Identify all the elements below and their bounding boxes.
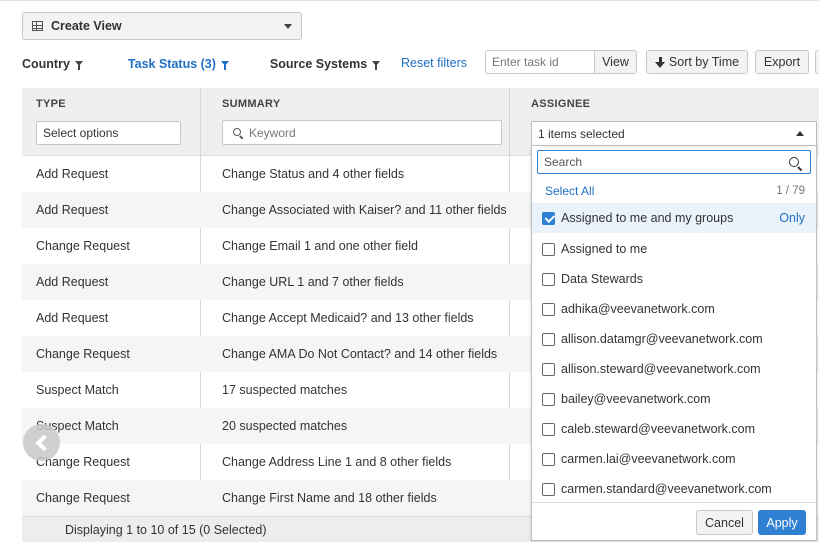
- cell-type: Change Request: [36, 347, 130, 361]
- cell-type: Add Request: [36, 311, 109, 325]
- checkbox[interactable]: [542, 482, 555, 496]
- checkbox[interactable]: [542, 302, 555, 316]
- funnel-icon: [220, 60, 229, 70]
- cancel-button[interactable]: Cancel: [696, 510, 753, 535]
- assignee-option-label: adhika@veevanetwork.com: [561, 302, 715, 316]
- cell-type: Add Request: [36, 167, 109, 181]
- cell-type: Suspect Match: [36, 383, 119, 397]
- assignee-option[interactable]: carmen.lai@veevanetwork.com: [532, 444, 816, 474]
- arrow-down-icon: [654, 56, 665, 68]
- assignee-option-label: caleb.steward@veevanetwork.com: [561, 422, 756, 436]
- type-filter-placeholder: Select options: [43, 126, 119, 140]
- assignee-search-input[interactable]: [544, 155, 784, 169]
- cell-summary: Change Accept Medicaid? and 13 other fie…: [222, 311, 474, 325]
- assignee-option[interactable]: bailey@veevanetwork.com: [532, 384, 816, 414]
- reset-filters-link[interactable]: Reset filters: [401, 56, 467, 70]
- assignee-option[interactable]: adhika@veevanetwork.com: [532, 294, 816, 324]
- filter-country[interactable]: Country: [22, 57, 83, 71]
- cell-type: Add Request: [36, 275, 109, 289]
- assignee-option-label: Data Stewards: [561, 272, 643, 286]
- apply-button[interactable]: Apply: [758, 510, 806, 535]
- checkbox[interactable]: [542, 392, 555, 406]
- previous-page-button[interactable]: [23, 424, 60, 461]
- select-all-link[interactable]: Select All: [545, 184, 594, 198]
- more-button[interactable]: [815, 50, 819, 74]
- assignee-option-label: allison.datamgr@veevanetwork.com: [561, 332, 763, 346]
- only-link[interactable]: Only: [779, 211, 805, 225]
- sort-by-time-label: Sort by Time: [668, 55, 740, 69]
- filter-task-status-label: Task Status (3): [127, 57, 216, 71]
- top-divider: [0, 0, 819, 1]
- cell-type: Add Request: [36, 203, 109, 217]
- cell-type: Change Request: [36, 239, 130, 253]
- cell-summary: 20 suspected matches: [222, 419, 348, 433]
- assignee-dropdown: Select All 1 / 79 Assigned to me and my …: [531, 145, 817, 541]
- assignee-option-label: carmen.lai@veevanetwork.com: [561, 452, 736, 466]
- task-id-input[interactable]: [485, 50, 594, 74]
- assignee-option-label: Assigned to me and my groups: [561, 211, 734, 225]
- caret-up-icon: [796, 131, 804, 136]
- assignee-option[interactable]: Data Stewards: [532, 264, 816, 294]
- funnel-icon: [74, 60, 83, 70]
- column-header-assignee[interactable]: ASSIGNEE: [531, 98, 590, 110]
- cell-summary: Change URL 1 and 7 other fields: [222, 275, 404, 289]
- search-icon: [789, 157, 802, 170]
- assignee-option[interactable]: allison.datamgr@veevanetwork.com: [532, 324, 816, 354]
- cell-type: Change Request: [36, 491, 130, 505]
- assignee-filter-value: 1 items selected: [538, 126, 625, 141]
- create-view-dropdown[interactable]: Create View: [22, 12, 302, 40]
- search-icon: [233, 127, 243, 138]
- assignee-filter-select[interactable]: 1 items selected: [531, 121, 817, 145]
- caret-down-icon: [284, 23, 292, 29]
- assignee-option[interactable]: Assigned to me and my groups Only: [532, 203, 816, 233]
- selection-count: 1 / 79: [776, 185, 805, 197]
- filter-source-systems[interactable]: Source Systems: [269, 57, 381, 71]
- cell-summary: Change AMA Do Not Contact? and 14 other …: [222, 347, 498, 361]
- dropdown-footer: Cancel Apply: [532, 502, 816, 540]
- filter-country-label: Country: [22, 57, 70, 71]
- column-header-type[interactable]: TYPE: [36, 98, 66, 110]
- view-button[interactable]: View: [594, 50, 637, 74]
- sort-by-time-button[interactable]: Sort by Time: [646, 50, 748, 74]
- chevron-left-icon: [35, 434, 53, 451]
- funnel-icon: [372, 60, 381, 70]
- checkbox[interactable]: [542, 362, 555, 376]
- checkbox[interactable]: [542, 242, 555, 256]
- create-view-label: Create View: [51, 19, 122, 33]
- summary-keyword-field[interactable]: [222, 120, 502, 145]
- filter-bar: Country Task Status (3) Source Systems: [22, 54, 381, 74]
- grid-icon: [32, 21, 43, 31]
- cell-summary: Change Status and 4 other fields: [222, 167, 405, 181]
- cell-summary: Change Email 1 and one other field: [222, 239, 418, 253]
- checkbox[interactable]: [542, 272, 555, 286]
- checkbox[interactable]: [542, 422, 555, 436]
- assignee-search-field[interactable]: [537, 150, 811, 174]
- column-divider: [200, 88, 201, 156]
- summary-keyword-input[interactable]: [249, 125, 479, 140]
- cell-summary: Change Associated with Kaiser? and 11 ot…: [222, 203, 507, 217]
- checkbox[interactable]: [542, 452, 555, 466]
- assignee-option-label: allison.steward@veevanetwork.com: [561, 362, 761, 376]
- assignee-option-label: bailey@veevanetwork.com: [561, 392, 711, 406]
- type-filter-select[interactable]: Select options: [36, 121, 181, 145]
- export-button[interactable]: Export: [755, 50, 809, 74]
- cell-summary: Change First Name and 18 other fields: [222, 491, 437, 505]
- assignee-option-label: carmen.standard@veevanetwork.com: [561, 482, 772, 496]
- assignee-option[interactable]: allison.steward@veevanetwork.com: [532, 354, 816, 384]
- pagination-status: Displaying 1 to 10 of 15 (0 Selected): [65, 523, 267, 537]
- assignee-option-label: Assigned to me: [561, 242, 648, 256]
- cell-summary: 17 suspected matches: [222, 383, 348, 397]
- assignee-option[interactable]: Assigned to me: [532, 234, 816, 264]
- filter-source-systems-label: Source Systems: [269, 57, 368, 71]
- checkbox-checked[interactable]: [542, 211, 555, 225]
- cell-summary: Change Address Line 1 and 8 other fields: [222, 455, 452, 469]
- column-divider: [509, 88, 510, 156]
- assignee-option[interactable]: carmen.standard@veevanetwork.com: [532, 474, 816, 504]
- assignee-option[interactable]: caleb.steward@veevanetwork.com: [532, 414, 816, 444]
- filter-task-status[interactable]: Task Status (3): [128, 57, 229, 71]
- column-header-summary[interactable]: SUMMARY: [222, 98, 281, 110]
- checkbox[interactable]: [542, 332, 555, 346]
